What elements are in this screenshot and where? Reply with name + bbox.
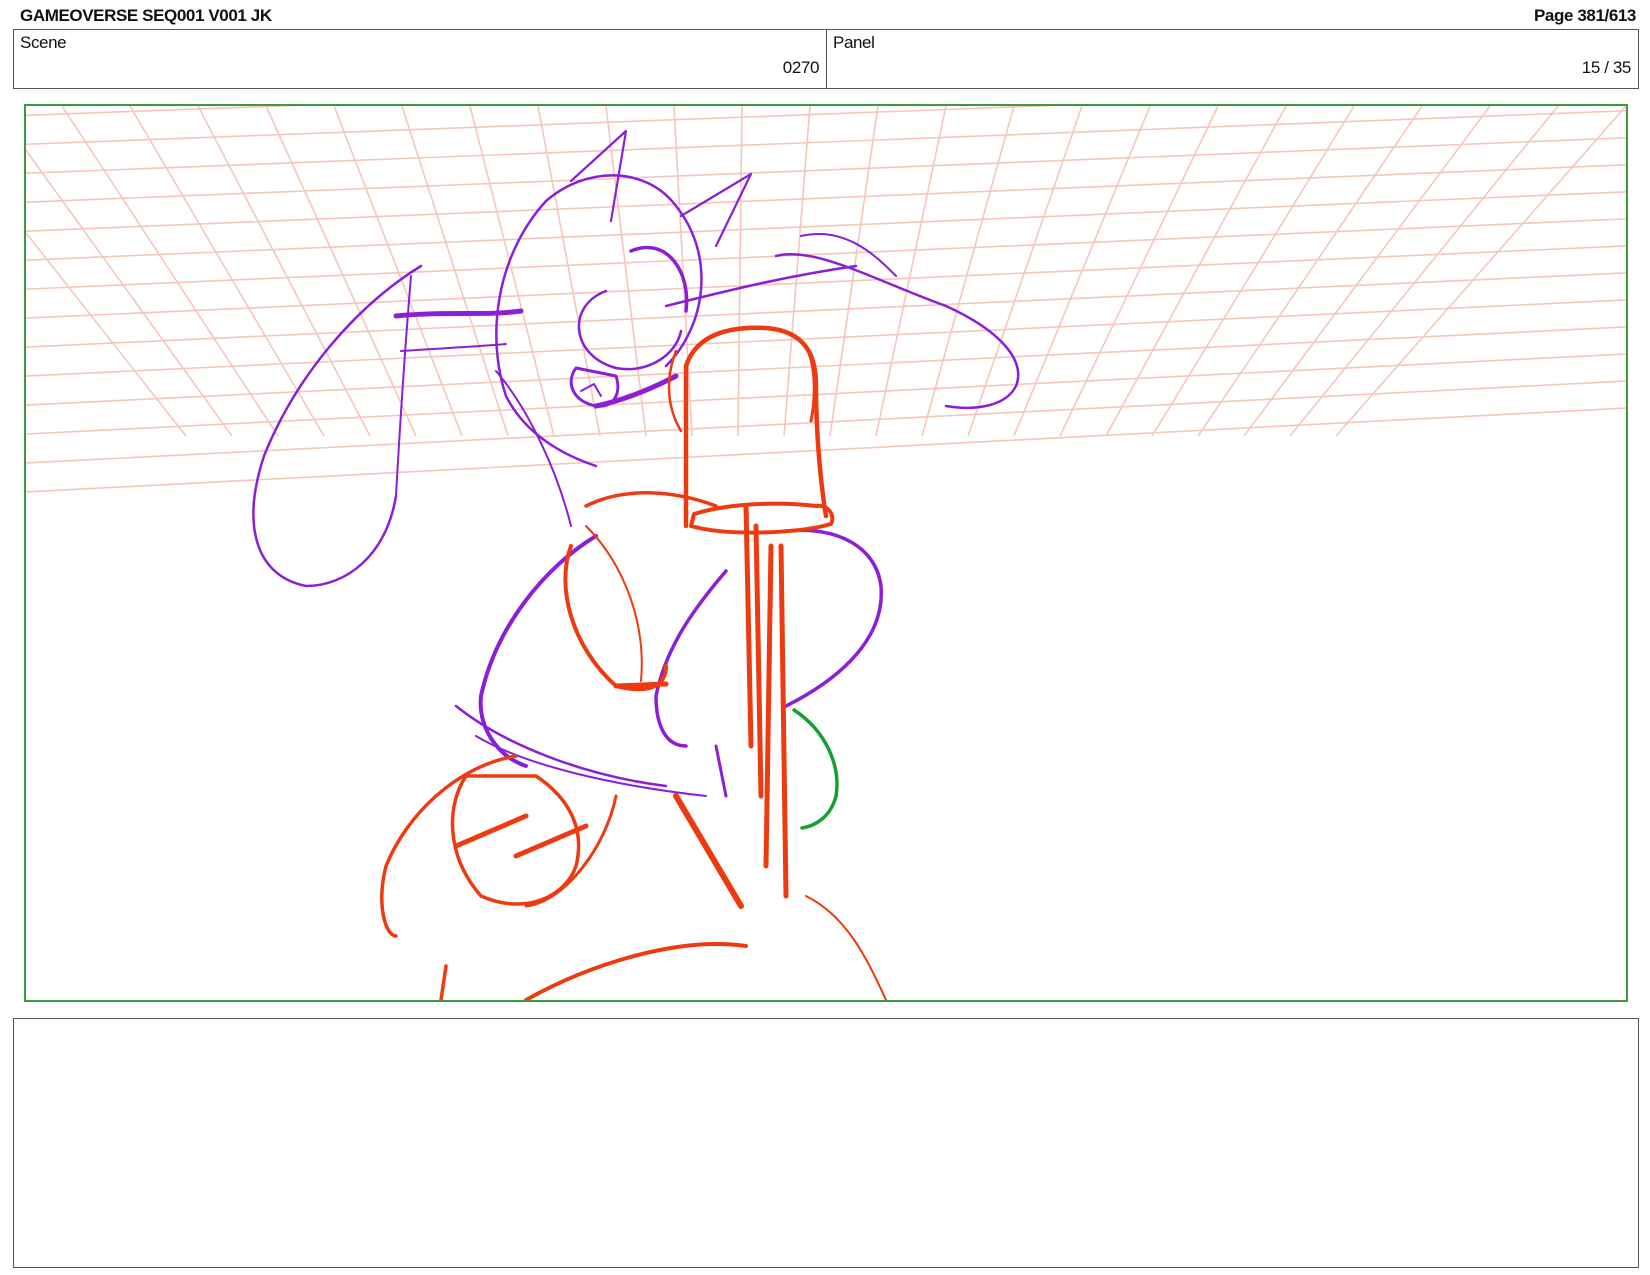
grid-line: [26, 245, 1626, 319]
grid-line: [26, 272, 1626, 348]
grid-line: [605, 106, 647, 437]
grid-line: [26, 106, 1059, 146]
red-character-sketch: [380, 325, 887, 1000]
grid-line: [783, 106, 811, 437]
document-title: GAMEOVERSE SEQ001 V001 JK: [20, 6, 272, 25]
panel-number: 15 / 35: [1581, 58, 1632, 77]
storyboard-sketch: [26, 106, 1626, 1000]
grid-line: [26, 218, 1626, 290]
grid-line: [61, 106, 279, 437]
grid-line: [737, 106, 743, 437]
page-number: Page 381/613: [1533, 6, 1636, 25]
grid-line: [26, 137, 1626, 203]
grid-line: [197, 106, 371, 437]
perspective-grid: [26, 106, 1626, 493]
grid-line: [1243, 106, 1491, 437]
grid-line: [129, 106, 325, 437]
grid-line: [26, 109, 1626, 175]
purple-character-sketch: [252, 129, 1020, 798]
scene-number: 0270: [782, 58, 820, 77]
scene-cell: Scene 0270: [14, 30, 827, 88]
grid-line: [1197, 106, 1423, 437]
panel-info-box: Scene 0270 Panel 15 / 35: [13, 29, 1639, 89]
panel-cell: Panel 15 / 35: [827, 30, 1638, 88]
storyboard-frame: [24, 104, 1628, 1002]
green-character-sketch: [792, 708, 839, 830]
scene-label: Scene: [20, 33, 67, 52]
panel-label: Panel: [833, 33, 875, 52]
grid-line: [829, 106, 879, 437]
grid-line: [673, 106, 693, 437]
grid-line: [26, 164, 1626, 232]
notes-box: [13, 1018, 1639, 1268]
grid-line: [26, 231, 187, 437]
grid-line: [1335, 106, 1626, 437]
grid-line: [26, 191, 1626, 261]
